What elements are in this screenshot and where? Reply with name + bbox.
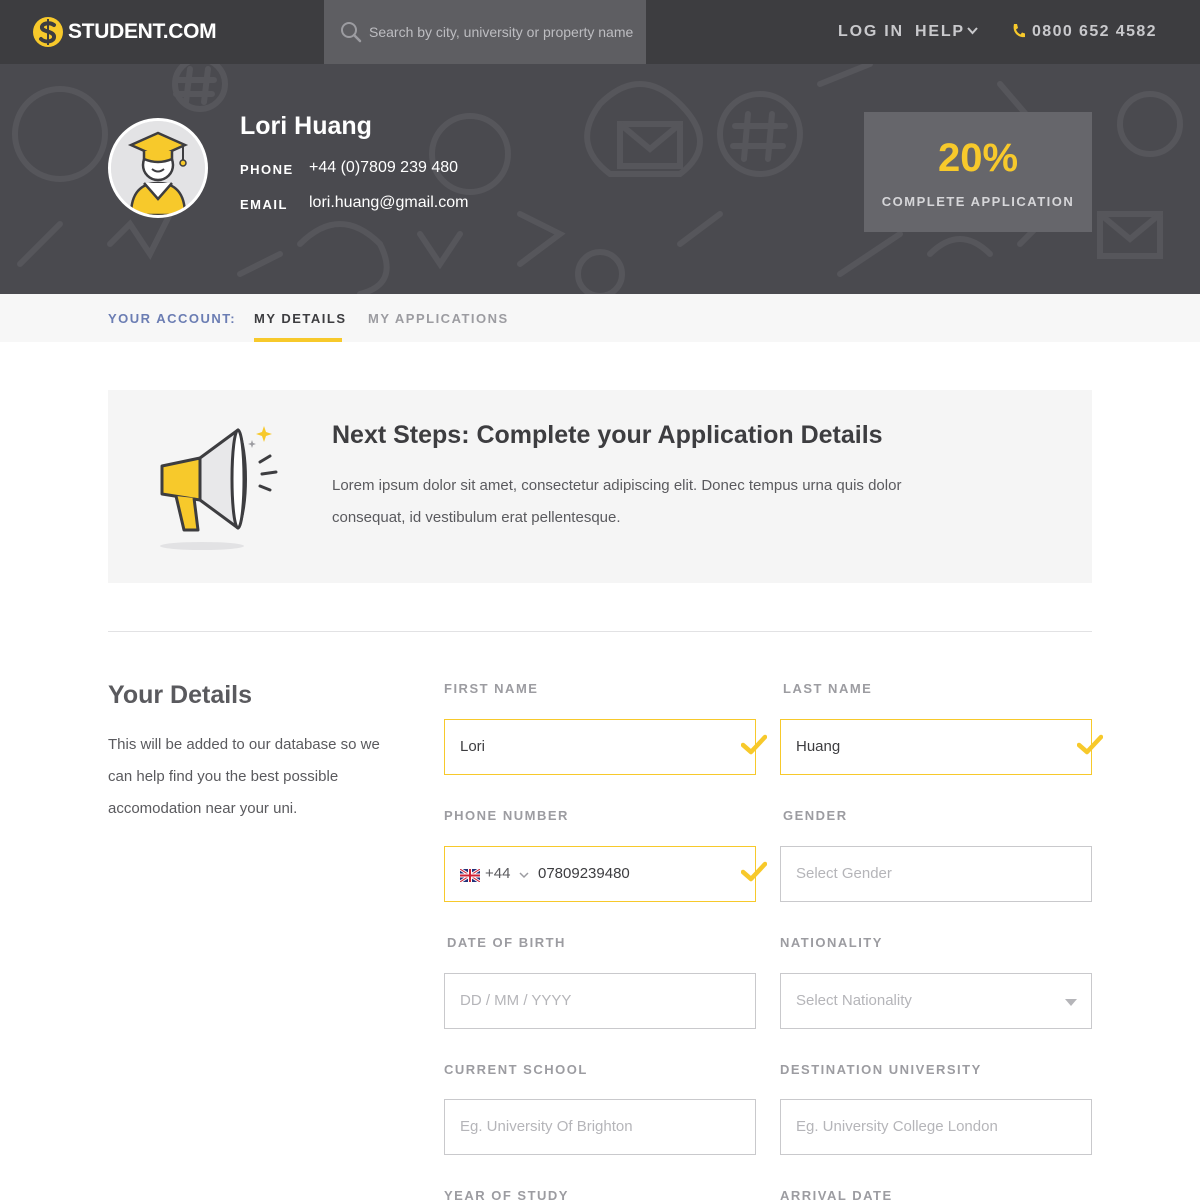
destination-university-field[interactable]: Eg. University College London [780, 1099, 1092, 1155]
phone-number-label: PHONE NUMBER [444, 808, 569, 823]
year-of-study-label: YEAR OF STUDY [444, 1188, 569, 1200]
date-of-birth-label: DATE OF BIRTH [447, 935, 566, 950]
last-name-label: LAST NAME [783, 681, 873, 696]
nationality-label: NATIONALITY [780, 935, 883, 950]
first-name-field[interactable]: Lori [444, 719, 767, 775]
dropdown-arrow-icon[interactable] [1065, 999, 1077, 1006]
your-details-title: Your Details [108, 681, 253, 709]
search-bar[interactable]: Search by city, university or property n… [324, 0, 646, 64]
tab-my-applications[interactable]: MY APPLICATIONS [368, 311, 509, 326]
last-name-value[interactable]: Huang [796, 738, 840, 755]
support-phone-number[interactable]: 0800 652 4582 [1032, 23, 1157, 41]
current-school-label: CURRENT SCHOOL [444, 1062, 588, 1077]
application-progress: 20% COMPLETE APPLICATION [864, 112, 1092, 232]
current-school-placeholder[interactable]: Eg. University Of Brighton [460, 1118, 633, 1135]
arrival-date-label: ARRIVAL DATE [780, 1188, 893, 1200]
tabs-prefix-label: YOUR ACCOUNT: [108, 311, 237, 326]
gender-label: GENDER [783, 808, 848, 823]
tab-my-details[interactable]: MY DETAILS [254, 311, 347, 326]
phone-number-value[interactable]: 07809239480 [538, 865, 630, 882]
your-details-description: This will be added to our database so we… [108, 736, 380, 817]
search-icon [341, 22, 362, 43]
destination-university-label: DESTINATION UNIVERSITY [780, 1062, 982, 1077]
email-label: EMAIL [240, 197, 288, 212]
graduate-avatar-icon [111, 121, 205, 215]
logo-text: STUDENT.COM [68, 20, 217, 43]
active-tab-indicator [254, 338, 342, 342]
phone-label: PHONE [240, 162, 294, 177]
checkmark-icon [741, 734, 767, 755]
next-steps-banner: Next Steps: Complete your Application De… [108, 390, 1092, 583]
section-divider [108, 631, 1092, 632]
progress-label: COMPLETE APPLICATION [881, 194, 1075, 209]
nationality-placeholder[interactable]: Select Nationality [796, 992, 912, 1009]
date-of-birth-field[interactable]: DD / MM / YYYY [444, 973, 756, 1029]
first-name-value[interactable]: Lori [460, 738, 485, 755]
phone-value: +44 (0)7809 239 480 [309, 159, 459, 176]
first-name-label: FIRST NAME [444, 681, 539, 696]
gender-select[interactable]: Select Gender [780, 846, 1092, 902]
chevron-down-icon[interactable] [967, 27, 978, 35]
date-of-birth-placeholder[interactable]: DD / MM / YYYY [460, 992, 571, 1009]
progress-percent: 20% [937, 136, 1019, 180]
top-navigation-bar: STUDENT.COM Search by city, university o… [0, 0, 1200, 64]
profile-header: Lori Huang PHONE +44 (0)7809 239 480 EMA… [0, 64, 1200, 294]
logo-icon [33, 17, 63, 47]
checkmark-icon [1077, 734, 1103, 755]
chevron-down-icon[interactable] [519, 872, 529, 879]
destination-university-placeholder[interactable]: Eg. University College London [796, 1118, 998, 1135]
next-steps-body: Lorem ipsum dolor sit amet, consectetur … [332, 477, 902, 526]
checkmark-icon [741, 861, 767, 882]
nationality-select[interactable]: Select Nationality [780, 973, 1092, 1029]
country-dial-code[interactable]: +44 [485, 865, 510, 882]
phone-number-field[interactable]: +44 07809239480 [444, 846, 767, 902]
site-logo[interactable]: STUDENT.COM [32, 16, 217, 48]
current-school-field[interactable]: Eg. University Of Brighton [444, 1099, 756, 1155]
avatar[interactable] [108, 118, 208, 218]
search-input[interactable]: Search by city, university or property n… [369, 24, 633, 40]
phone-icon [1013, 24, 1025, 38]
login-link[interactable]: LOG IN [838, 23, 904, 41]
megaphone-icon [160, 426, 278, 550]
last-name-field[interactable]: Huang [780, 719, 1103, 775]
next-steps-title: Next Steps: Complete your Application De… [332, 421, 883, 449]
user-name: Lori Huang [240, 112, 372, 140]
email-value: lori.huang@gmail.com [309, 194, 469, 211]
account-tabs: YOUR ACCOUNT: MY DETAILS MY APPLICATIONS [0, 294, 1200, 342]
help-menu[interactable]: HELP [915, 23, 965, 41]
gender-placeholder[interactable]: Select Gender [796, 865, 892, 882]
uk-flag-icon[interactable] [460, 869, 480, 882]
